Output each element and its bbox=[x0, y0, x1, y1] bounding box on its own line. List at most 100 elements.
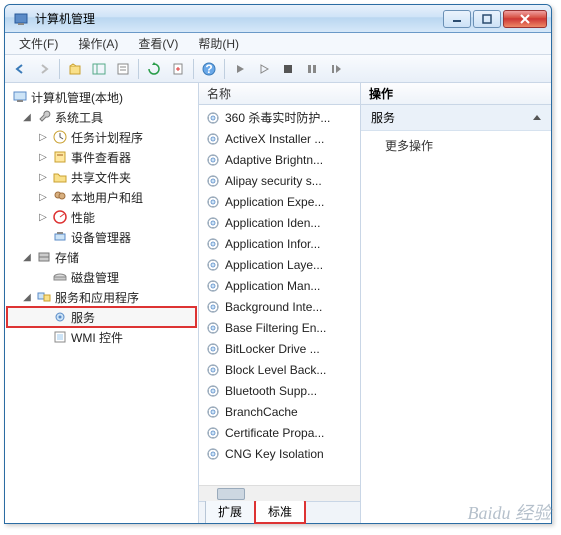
tree-label: 服务 bbox=[71, 309, 95, 326]
list-item[interactable]: BitLocker Drive ... bbox=[199, 338, 360, 359]
tree-label: 本地用户和组 bbox=[71, 189, 143, 206]
maximize-button[interactable] bbox=[473, 10, 501, 28]
gear-icon bbox=[205, 236, 221, 252]
actions-section[interactable]: 服务 bbox=[361, 105, 551, 131]
export-button[interactable] bbox=[167, 58, 189, 80]
tree-services-apps[interactable]: ◢ 服务和应用程序 bbox=[7, 287, 196, 307]
collapse-icon[interactable]: ◢ bbox=[21, 112, 33, 123]
actions-more[interactable]: 更多操作 bbox=[361, 131, 551, 160]
list-item[interactable]: Application Infor... bbox=[199, 233, 360, 254]
expand-icon[interactable]: ▷ bbox=[37, 132, 49, 143]
refresh-button[interactable] bbox=[143, 58, 165, 80]
bottom-tabs: 扩展 标准 bbox=[199, 501, 360, 523]
horizontal-scrollbar[interactable] bbox=[199, 485, 360, 501]
gear-icon bbox=[205, 320, 221, 336]
scrollbar-thumb[interactable] bbox=[217, 488, 245, 500]
expand-icon[interactable]: ▷ bbox=[37, 212, 49, 223]
list-item[interactable]: Bluetooth Supp... bbox=[199, 380, 360, 401]
service-name: Background Inte... bbox=[225, 300, 322, 314]
help-button[interactable]: ? bbox=[198, 58, 220, 80]
gear-icon bbox=[205, 278, 221, 294]
list-item[interactable]: Application Man... bbox=[199, 275, 360, 296]
list-item[interactable]: Application Laye... bbox=[199, 254, 360, 275]
expand-icon[interactable]: ▷ bbox=[37, 192, 49, 203]
tree-local-users[interactable]: ▷ 本地用户和组 bbox=[7, 187, 196, 207]
list-item[interactable]: Application Iden... bbox=[199, 212, 360, 233]
list-item[interactable]: Certificate Propa... bbox=[199, 422, 360, 443]
play-button[interactable] bbox=[229, 58, 251, 80]
tree-device-manager[interactable]: 设备管理器 bbox=[7, 227, 196, 247]
service-name: 360 杀毒实时防护... bbox=[225, 109, 330, 126]
stop-button[interactable] bbox=[277, 58, 299, 80]
close-button[interactable] bbox=[503, 10, 547, 28]
collapse-arrow-icon[interactable] bbox=[533, 115, 541, 120]
actions-section-label: 服务 bbox=[371, 109, 395, 126]
expand-icon[interactable]: ▷ bbox=[37, 152, 49, 163]
expand-icon[interactable]: ▷ bbox=[37, 172, 49, 183]
titlebar[interactable]: 计算机管理 bbox=[5, 5, 551, 33]
services-list[interactable]: 360 杀毒实时防护... ActiveX Installer ...Adapti… bbox=[199, 105, 360, 485]
minimize-button[interactable] bbox=[443, 10, 471, 28]
list-panel: 名称 360 杀毒实时防护... ActiveX Installer ...Ada… bbox=[199, 83, 361, 523]
play2-button[interactable] bbox=[253, 58, 275, 80]
list-item[interactable]: Block Level Back... bbox=[199, 359, 360, 380]
toolbar: ? bbox=[5, 55, 551, 83]
properties-button[interactable] bbox=[112, 58, 134, 80]
restart-button[interactable] bbox=[325, 58, 347, 80]
performance-icon bbox=[52, 209, 68, 225]
tree-event-viewer[interactable]: ▷ 事件查看器 bbox=[7, 147, 196, 167]
list-item[interactable]: CNG Key Isolation bbox=[199, 443, 360, 464]
menu-help[interactable]: 帮助(H) bbox=[190, 33, 247, 54]
window-title: 计算机管理 bbox=[35, 10, 443, 27]
gear-icon bbox=[205, 383, 221, 399]
collapse-icon[interactable]: ◢ bbox=[21, 252, 33, 263]
collapse-icon[interactable]: ◢ bbox=[21, 292, 33, 303]
event-icon bbox=[52, 149, 68, 165]
tree-shared-folders[interactable]: ▷ 共享文件夹 bbox=[7, 167, 196, 187]
tree-services[interactable]: 服务 bbox=[7, 307, 196, 327]
back-button[interactable] bbox=[9, 58, 31, 80]
menu-file[interactable]: 文件(F) bbox=[11, 33, 66, 54]
service-name: BranchCache bbox=[225, 405, 298, 419]
pause-button[interactable] bbox=[301, 58, 323, 80]
menu-view[interactable]: 查看(V) bbox=[130, 33, 186, 54]
window: 计算机管理 文件(F) 操作(A) 查看(V) 帮助(H) ? bbox=[4, 4, 552, 524]
column-header-name[interactable]: 名称 bbox=[199, 83, 360, 105]
tree-storage[interactable]: ◢ 存储 bbox=[7, 247, 196, 267]
forward-button[interactable] bbox=[33, 58, 55, 80]
device-icon bbox=[52, 229, 68, 245]
show-hide-tree-button[interactable] bbox=[88, 58, 110, 80]
gear-icon bbox=[205, 257, 221, 273]
gear-icon bbox=[205, 173, 221, 189]
tree-panel[interactable]: 计算机管理(本地) ◢ 系统工具 ▷ 任务计划程序 ▷ 事件查看器 ▷ 共享文件… bbox=[5, 83, 199, 523]
service-name: CNG Key Isolation bbox=[225, 447, 324, 461]
tree-disk-mgmt[interactable]: 磁盘管理 bbox=[7, 267, 196, 287]
gear-icon bbox=[205, 446, 221, 462]
service-name: Certificate Propa... bbox=[225, 426, 324, 440]
tree-system-tools[interactable]: ◢ 系统工具 bbox=[7, 107, 196, 127]
menu-action[interactable]: 操作(A) bbox=[70, 33, 126, 54]
tree-task-scheduler[interactable]: ▷ 任务计划程序 bbox=[7, 127, 196, 147]
app-icon bbox=[13, 11, 29, 27]
list-item[interactable]: ActiveX Installer ... bbox=[199, 128, 360, 149]
service-name: Application Man... bbox=[225, 279, 320, 293]
actions-panel: 操作 服务 更多操作 bbox=[361, 83, 551, 523]
list-item[interactable]: 360 杀毒实时防护... bbox=[199, 107, 360, 128]
tab-standard[interactable]: 标准 bbox=[255, 499, 305, 523]
list-item[interactable]: Base Filtering En... bbox=[199, 317, 360, 338]
up-button[interactable] bbox=[64, 58, 86, 80]
tree-root[interactable]: 计算机管理(本地) bbox=[7, 87, 196, 107]
list-item[interactable]: Alipay security s... bbox=[199, 170, 360, 191]
computer-icon bbox=[12, 89, 28, 105]
service-name: BitLocker Drive ... bbox=[225, 342, 320, 356]
actions-header: 操作 bbox=[361, 83, 551, 105]
disk-icon bbox=[52, 269, 68, 285]
tree-performance[interactable]: ▷ 性能 bbox=[7, 207, 196, 227]
tab-extended[interactable]: 扩展 bbox=[205, 499, 255, 523]
menubar: 文件(F) 操作(A) 查看(V) 帮助(H) bbox=[5, 33, 551, 55]
list-item[interactable]: Application Expe... bbox=[199, 191, 360, 212]
list-item[interactable]: Background Inte... bbox=[199, 296, 360, 317]
list-item[interactable]: Adaptive Brightn... bbox=[199, 149, 360, 170]
list-item[interactable]: BranchCache bbox=[199, 401, 360, 422]
tree-wmi[interactable]: WMI 控件 bbox=[7, 327, 196, 347]
